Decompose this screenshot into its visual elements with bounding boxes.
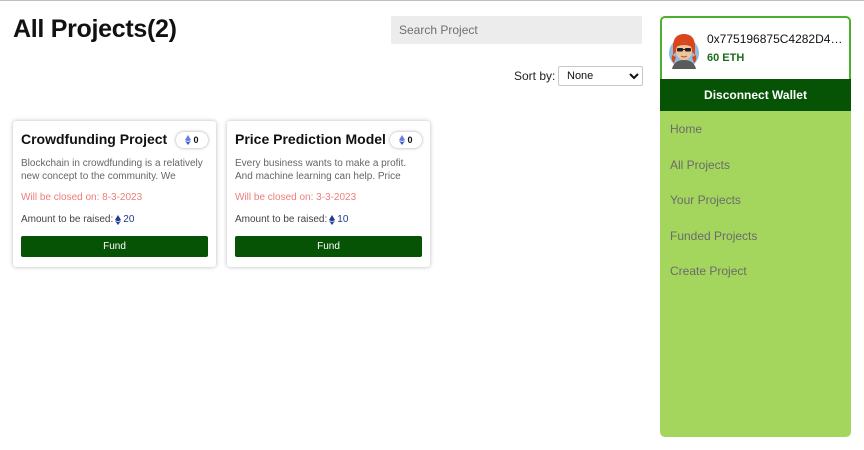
amount-value: 20 xyxy=(123,214,135,225)
sidebar: 0x775196875C4282D4dF… 60 ETH Disconnect … xyxy=(660,16,851,437)
search-input[interactable] xyxy=(391,16,642,44)
project-description: Every business wants to make a profit. A… xyxy=(235,158,407,182)
eth-count: 0 xyxy=(193,135,199,145)
ethereum-icon xyxy=(329,214,336,225)
sort-label: Sort by: xyxy=(514,69,556,83)
top-divider xyxy=(0,0,864,1)
project-card[interactable]: Crowdfunding Project 0 Blockchain in cro… xyxy=(13,121,216,267)
project-title: Price Prediction Model xyxy=(235,131,386,147)
wallet-address: 0x775196875C4282D4dF… xyxy=(707,32,847,46)
amount-row: Amount to be raised: 10 xyxy=(235,214,348,225)
disconnect-wallet-button[interactable]: Disconnect Wallet xyxy=(660,79,851,111)
nav-item-funded-projects[interactable]: Funded Projects xyxy=(670,229,757,265)
project-title: Crowdfunding Project xyxy=(21,131,168,147)
amount-label: Amount to be raised: xyxy=(21,214,114,225)
amount-row: Amount to be raised: 20 xyxy=(21,214,134,225)
eth-badge[interactable]: 0 xyxy=(176,132,208,148)
closing-date: Will be closed on: 3-3-2023 xyxy=(235,192,357,203)
ethereum-icon xyxy=(399,135,406,145)
wallet-panel: 0x775196875C4282D4dF… 60 ETH xyxy=(660,16,851,79)
wallet-balance: 60 ETH xyxy=(707,52,745,64)
ethereum-icon xyxy=(185,135,192,145)
page-title: All Projects(2) xyxy=(13,15,177,43)
nav-item-create-project[interactable]: Create Project xyxy=(670,264,757,300)
fund-button[interactable]: Fund xyxy=(21,236,208,257)
amount-value: 10 xyxy=(337,214,349,225)
ethereum-icon xyxy=(115,214,122,225)
amount-label: Amount to be raised: xyxy=(235,214,328,225)
nav-item-all-projects[interactable]: All Projects xyxy=(670,158,757,194)
sidebar-nav: Home All Projects Your Projects Funded P… xyxy=(670,122,757,300)
user-avatar xyxy=(669,34,699,69)
project-description: Blockchain in crowdfunding is a relative… xyxy=(21,158,203,182)
sort-select[interactable]: None xyxy=(558,66,643,86)
eth-count: 0 xyxy=(407,135,413,145)
project-card[interactable]: Price Prediction Model 0 Every business … xyxy=(227,121,430,267)
eth-badge[interactable]: 0 xyxy=(390,132,422,148)
fund-button[interactable]: Fund xyxy=(235,236,422,257)
nav-item-your-projects[interactable]: Your Projects xyxy=(670,193,757,229)
nav-item-home[interactable]: Home xyxy=(670,122,757,158)
closing-date: Will be closed on: 8-3-2023 xyxy=(21,192,143,203)
